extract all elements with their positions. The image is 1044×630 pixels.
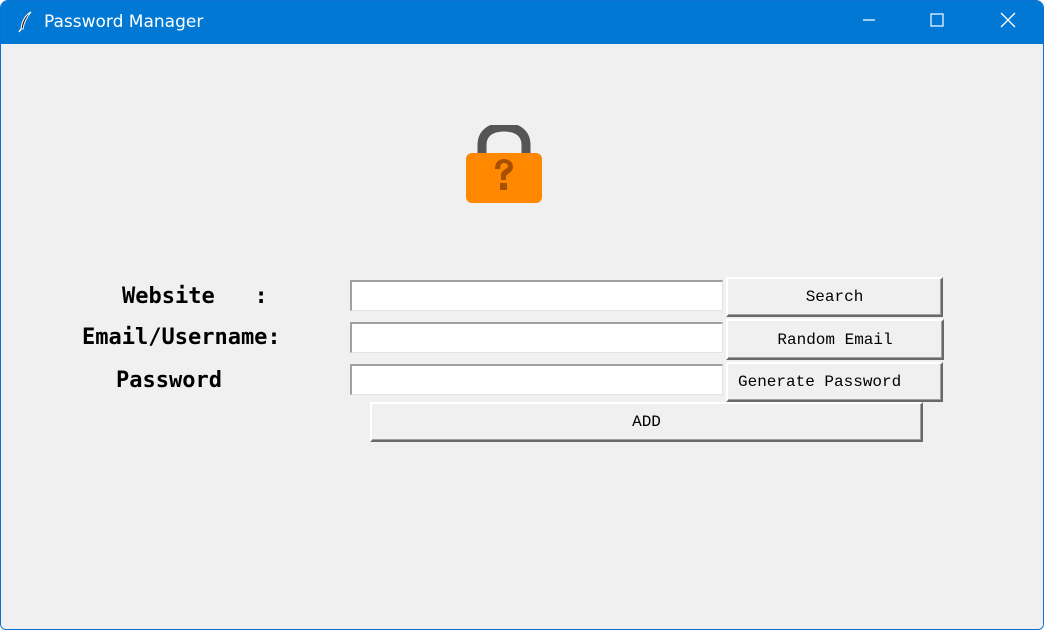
title-bar[interactable]: Password Manager bbox=[1, 1, 1043, 44]
feather-icon bbox=[16, 11, 36, 33]
email-username-label: Email/Username: bbox=[82, 325, 281, 350]
password-label: Password bbox=[116, 368, 222, 393]
website-label: Website : bbox=[122, 284, 268, 309]
random-email-button[interactable]: Random Email bbox=[726, 319, 944, 360]
search-button[interactable]: Search bbox=[726, 277, 943, 317]
close-button[interactable] bbox=[985, 1, 1031, 44]
generate-password-button[interactable]: Generate Password bbox=[726, 362, 943, 402]
close-icon bbox=[999, 11, 1017, 34]
app-window: Password Manager Website : Email/Usernam… bbox=[0, 0, 1044, 630]
minimize-button[interactable] bbox=[846, 1, 892, 44]
password-input[interactable] bbox=[350, 364, 723, 395]
email-username-input[interactable] bbox=[350, 322, 723, 353]
website-input[interactable] bbox=[350, 280, 723, 311]
window-title: Password Manager bbox=[44, 12, 204, 32]
maximize-icon bbox=[929, 12, 945, 33]
maximize-button[interactable] bbox=[914, 1, 960, 44]
minimize-icon bbox=[861, 12, 877, 33]
add-button[interactable]: ADD bbox=[370, 402, 923, 442]
padlock-question-icon bbox=[465, 122, 543, 205]
